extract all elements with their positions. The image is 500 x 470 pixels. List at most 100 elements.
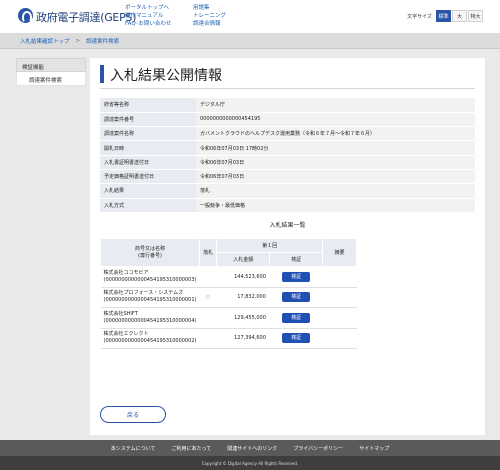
bid-amount: 144,523,600 bbox=[216, 266, 270, 288]
breadcrumb-item-search[interactable]: 調達案件検索 bbox=[86, 37, 119, 45]
won-mark bbox=[199, 266, 217, 288]
sidebar: 検証機能 調達案件検索 bbox=[16, 58, 86, 86]
bidder-cell: 株式会社ココモビア (0000000000000454195310000003) bbox=[100, 266, 200, 288]
won-mark bbox=[199, 307, 217, 329]
font-size-large-button[interactable]: 大 bbox=[452, 10, 467, 22]
info-label: 府省等名称 bbox=[100, 98, 196, 113]
footer-link-related[interactable]: 関連サイトへのリンク bbox=[227, 445, 277, 452]
site-header: 政府電子調達(GEPS) ポータルトップへ 操作マニュアル FAQ･お問い合わせ… bbox=[0, 0, 500, 33]
info-label: 調達案件番号 bbox=[100, 112, 196, 128]
info-label: 入札方式 bbox=[100, 198, 196, 213]
won-mark: ○ bbox=[199, 287, 217, 308]
amount-column-header: 入札金額 bbox=[216, 252, 271, 267]
table-row: 開札日時 令和06年07月03日 17時02分 bbox=[100, 140, 475, 156]
footer-link-sitemap[interactable]: サイトマップ bbox=[359, 445, 389, 452]
bidder-name: 株式会社プロフォース・システムズ bbox=[103, 290, 184, 297]
table-row: 株式会社SHIFT (0000000000000454195310000004) … bbox=[100, 307, 357, 329]
footer-nav: 本システムについて ご利用にあたって 関連サイトへのリンク プライバシーポリシー… bbox=[0, 440, 500, 456]
font-size-label: 文字サイズ bbox=[407, 13, 432, 20]
font-size-switcher: 文字サイズ 標準 大 特大 bbox=[407, 10, 483, 22]
back-button[interactable]: 戻る bbox=[100, 406, 166, 423]
bid-results-table: 商号又は名称 (専行番号) 落札 第１回 摘要 入札金額 検証 株式会社ココモビ… bbox=[100, 238, 357, 349]
breadcrumb-separator-icon: > bbox=[75, 37, 81, 44]
page-title: 入札結果公開情報 bbox=[110, 68, 222, 84]
breadcrumb-item-top[interactable]: 入札結果確認トップ bbox=[20, 37, 70, 45]
info-label: 予定価格証明書送付日 bbox=[100, 169, 196, 185]
bidder-name: 株式会社ココモビア bbox=[103, 269, 149, 276]
footer-link-about[interactable]: 本システムについて bbox=[111, 445, 156, 452]
site-logo-text[interactable]: 政府電子調達(GEPS) bbox=[36, 9, 136, 25]
won-mark bbox=[199, 328, 217, 349]
bid-info-table: 府省等名称 デジタル庁 調達案件番号 0000000000000454195 調達案… bbox=[100, 98, 475, 213]
bidder-id: (0000000000000454195310000002) bbox=[103, 338, 197, 345]
info-value: 0000000000000454195 bbox=[196, 112, 475, 128]
title-accent-bar bbox=[100, 65, 104, 83]
page: 政府電子調達(GEPS) ポータルトップへ 操作マニュアル FAQ･お問い合わせ… bbox=[0, 0, 500, 470]
portal-top-link[interactable]: ポータルトップへ bbox=[125, 4, 171, 12]
verify-column-header: 検証 bbox=[269, 252, 324, 267]
round-column-header: 第１回 bbox=[216, 238, 324, 253]
header-links-col2: 用語集 トレーニング 調達合情報 bbox=[193, 4, 226, 28]
bidder-name: 株式会社SHIFT bbox=[103, 310, 138, 317]
info-value: ガバメントクラウドのヘルプデスク運用業務（令和６年７月～令和７年６月） bbox=[196, 126, 475, 142]
bidder-id: (0000000000000454195310000003) bbox=[103, 276, 197, 283]
remarks-cell bbox=[322, 328, 357, 349]
main-content: 入札結果公開情報 府省等名称 デジタル庁 調達案件番号 00000000000004… bbox=[90, 58, 485, 435]
font-size-standard-button[interactable]: 標準 bbox=[436, 10, 451, 22]
info-label: 入札書証明書送付日 bbox=[100, 155, 196, 170]
info-label: 開札日時 bbox=[100, 140, 196, 156]
bid-amount: 17,832,000 bbox=[216, 287, 270, 308]
bidder-cell: 株式会社SHIFT (0000000000000454195310000004) bbox=[100, 307, 200, 329]
remarks-cell bbox=[322, 307, 357, 329]
training-link[interactable]: トレーニング bbox=[193, 12, 226, 20]
info-label: 入札結果 bbox=[100, 183, 196, 199]
info-value: 一般競争・最低価格 bbox=[196, 198, 475, 213]
faq-link[interactable]: FAQ･お問い合わせ bbox=[125, 20, 171, 28]
table-row: 株式会社エクレクト (0000000000000454195310000002) … bbox=[100, 328, 357, 349]
info-value: 令和06年07月03日 bbox=[196, 155, 475, 170]
bidder-id: (0000000000000454195310000001) bbox=[103, 297, 197, 304]
font-size-xlarge-button[interactable]: 特大 bbox=[468, 10, 483, 22]
results-title: 入札結果一覧 bbox=[269, 222, 306, 229]
bid-amount: 129,455,000 bbox=[216, 307, 270, 329]
table-row: 府省等名称 デジタル庁 bbox=[100, 98, 475, 113]
verify-button[interactable]: 検証 bbox=[282, 333, 311, 344]
glossary-link[interactable]: 用語集 bbox=[193, 4, 226, 12]
footer-link-privacy[interactable]: プライバシーポリシー bbox=[293, 445, 343, 452]
table-row: 入札方式 一般競争・最低価格 bbox=[100, 198, 475, 213]
sidebar-item-search[interactable]: 調達案件検索 bbox=[16, 72, 86, 86]
info-value: 落札 bbox=[196, 183, 475, 199]
table-row: 調達案件番号 0000000000000454195 bbox=[100, 112, 475, 128]
bidder-name: 株式会社エクレクト bbox=[103, 331, 149, 338]
table-row: 株式会社プロフォース・システムズ (00000000000004541953100… bbox=[100, 287, 357, 308]
geps-logo-icon[interactable] bbox=[18, 8, 33, 23]
copyright: Copyright © Digital Agency All Rights Re… bbox=[0, 456, 500, 470]
bid-amount: 127,394,600 bbox=[216, 328, 270, 349]
verify-button[interactable]: 検証 bbox=[282, 312, 311, 323]
table-row: 予定価格証明書送付日 令和06年07月03日 bbox=[100, 169, 475, 185]
breadcrumb: 入札結果確認トップ > 調達案件検索 bbox=[0, 33, 500, 49]
info-label: 調達案件名称 bbox=[100, 126, 196, 142]
remarks-cell bbox=[322, 287, 357, 308]
verify-button[interactable]: 検証 bbox=[282, 271, 311, 282]
table-row: 入札結果 落札 bbox=[100, 183, 475, 199]
bidder-column-header: 商号又は名称 (専行番号) bbox=[100, 238, 200, 267]
title-divider bbox=[100, 88, 475, 89]
remarks-column-header: 摘要 bbox=[322, 238, 357, 267]
info-value: 令和06年07月03日 bbox=[196, 169, 475, 185]
bidder-cell: 株式会社エクレクト (0000000000000454195310000002) bbox=[100, 328, 200, 349]
info-value: 令和06年07月03日 17時02分 bbox=[196, 140, 475, 156]
remarks-cell bbox=[322, 266, 357, 288]
footer-link-usage[interactable]: ご利用にあたって bbox=[172, 445, 212, 452]
info-value: デジタル庁 bbox=[196, 98, 475, 113]
header-links-col1: ポータルトップへ 操作マニュアル FAQ･お問い合わせ bbox=[125, 4, 171, 28]
bidder-id: (0000000000000454195310000004) bbox=[103, 317, 197, 324]
sidebar-heading: 検証機能 bbox=[16, 58, 86, 72]
bidder-cell: 株式会社プロフォース・システムズ (00000000000004541953100… bbox=[100, 287, 200, 308]
table-row: 調達案件名称 ガバメントクラウドのヘルプデスク運用業務（令和６年７月～令和７年６月… bbox=[100, 126, 475, 142]
manual-link[interactable]: 操作マニュアル bbox=[125, 12, 171, 20]
verify-button[interactable]: 検証 bbox=[282, 292, 311, 303]
procurement-info-link[interactable]: 調達合情報 bbox=[193, 20, 226, 28]
table-row: 株式会社ココモビア (0000000000000454195310000003) … bbox=[100, 266, 357, 288]
won-column-header: 落札 bbox=[198, 238, 218, 267]
